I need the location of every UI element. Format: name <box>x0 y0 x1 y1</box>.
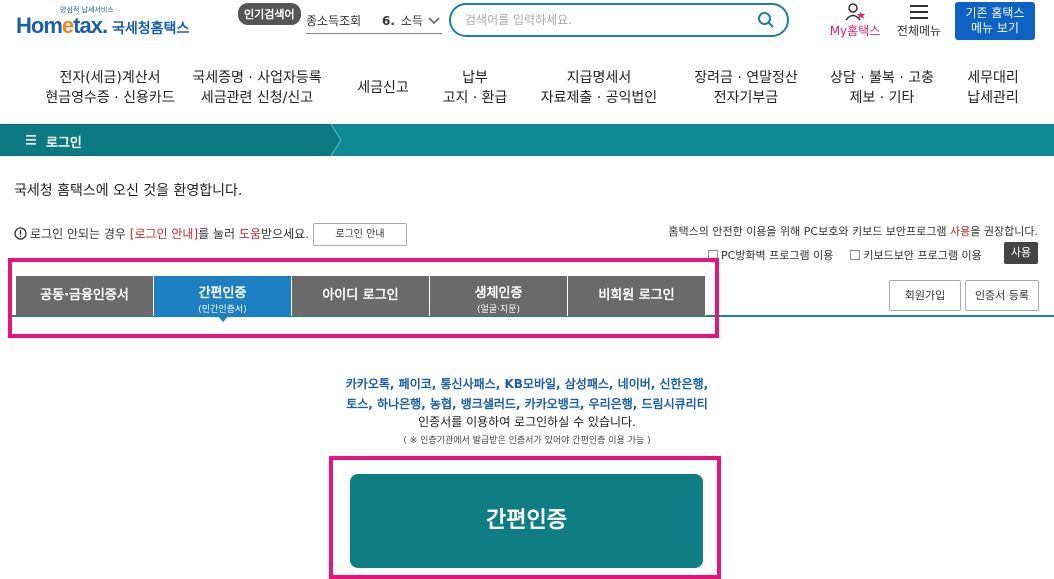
help-text-pre: 로그인 안되는 경우 <box>30 227 130 241</box>
hometax-logo[interactable]: 양심적 납세서비스 Hometax. 국세청홈택스 <box>16 5 196 41</box>
help-text-post: 받으세요. <box>261 227 309 241</box>
nav-line1: 세무대리 <box>967 70 1019 86</box>
help-text-mid: 를 눌러 <box>198 227 239 241</box>
help-text-link: [로그인 안내] <box>129 227 199 241</box>
supported-providers: 카카오톡, 페이코, 통신사패스, KB모바일, 삼성패스, 네이버, 신한은행… <box>0 374 1054 414</box>
providers-line2: 토스, 하나은행, 농협, 뱅크샐러드, 카카오뱅크, 우리은행, 드림시큐리티 <box>346 397 708 411</box>
nav-item-certificate[interactable]: 국세증명 · 사업자등록 세금관련 신청/신고 <box>182 68 332 108</box>
popular-search-item[interactable]: 종소득조회 <box>306 12 361 29</box>
popular-search-badge: 인기검색어 <box>238 3 301 25</box>
hamburger-icon <box>910 5 928 19</box>
old-hometax-line1: 기존 홈택스 <box>965 6 1025 20</box>
login-help-text: 로그인 안되는 경우 [로그인 안내]를 눌러 도움받으세요. <box>14 225 309 242</box>
info-circle-icon <box>14 227 27 240</box>
search-box <box>449 3 789 37</box>
simple-auth-button[interactable]: 간편인증 <box>350 474 703 568</box>
use-button[interactable]: 사용 <box>1004 242 1038 264</box>
nav-item-incentive[interactable]: 장려금 · 연말정산 전자기부금 <box>680 68 812 108</box>
login-note: ( ※ 인증기관에서 발급받은 인증서가 있어야 간편인증 이용 가능 ) <box>403 436 651 446</box>
search-icon[interactable] <box>757 11 775 29</box>
my-hometax-label: My홈택스 <box>829 24 881 38</box>
nav-line2: 납세관리 <box>967 90 1019 106</box>
search-input[interactable] <box>465 11 745 29</box>
login-instruction: 인증서를 이용하여 로그인하실 수 있습니다. <box>418 415 636 429</box>
nav-item-agent[interactable]: 세무대리 납세관리 <box>956 68 1030 108</box>
logo-name: 국세청홈택스 <box>112 21 190 37</box>
nav-line2: 전자기부금 <box>713 90 779 106</box>
nav-item-payment[interactable]: 납부 고지 · 환급 <box>432 68 518 108</box>
signup-button[interactable]: 회원가입 <box>889 280 961 311</box>
security-notice: 홈택스의 안전한 이용을 위해 PC보호와 키보드 보안프로그램 사용을 권장합… <box>668 223 1038 239</box>
firewall-label: PC방화벽 프로그램 이용 <box>721 249 834 262</box>
nav-line2: 자료제출 · 공익법인 <box>540 90 658 106</box>
register-certificate-button[interactable]: 인증서 등록 <box>965 280 1039 311</box>
old-hometax-button[interactable]: 기존 홈택스 메뉴 보기 <box>955 2 1035 40</box>
login-guide-button[interactable]: 로그인 안내 <box>313 223 407 246</box>
nav-line2: 고지 · 환급 <box>442 90 508 106</box>
breadcrumb-title: 로그인 <box>46 136 82 151</box>
security-text-pre: 홈택스의 안전한 이용을 위해 PC보호와 키보드 보안프로그램 <box>668 225 951 238</box>
nav-line1: 전자(세금)계산서 <box>59 70 161 86</box>
security-text-red: 사용 <box>950 225 971 238</box>
welcome-text: 국세청 홈택스에 오신 것을 환영합니다. <box>14 183 243 199</box>
popular-underline <box>306 33 442 34</box>
logo-wordmark: Hometax. <box>16 13 108 38</box>
nav-line2: 제보 · 기타 <box>849 90 915 106</box>
chevron-down-icon[interactable] <box>427 14 441 28</box>
keyboard-security-checkbox[interactable] <box>850 250 861 260</box>
nav-line1: 납부 <box>462 70 488 86</box>
my-hometax-link[interactable]: My홈택스 <box>826 3 884 39</box>
nav-item-einvoice[interactable]: 전자(세금)계산서 현금영수증 · 신용카드 <box>30 68 190 108</box>
tabs-highlight-box <box>8 258 719 338</box>
nav-item-statement[interactable]: 지급명세서 자료제출 · 공익법인 <box>528 68 670 108</box>
chevron-right-icon <box>330 124 342 156</box>
nav-item-tax-return[interactable]: 세금신고 <box>344 68 422 108</box>
nav-line2: 현금영수증 · 신용카드 <box>45 90 175 106</box>
nav-line1: 국세증명 · 사업자등록 <box>192 70 322 86</box>
menu-list-icon[interactable] <box>26 134 38 146</box>
nav-line1: 상담 · 불복 · 고충 <box>830 70 934 86</box>
popular-search-item-current[interactable]: 6. 소득 <box>382 12 423 29</box>
nav-line1: 지급명세서 <box>566 70 632 86</box>
user-icon <box>845 3 865 21</box>
security-text-post: 을 권장합니다. <box>970 225 1038 238</box>
keyboard-security-label: 키보드보안 프로그램 이용 <box>863 249 982 262</box>
nav-line1: 장려금 · 연말정산 <box>694 70 798 86</box>
security-checkboxes: PC방화벽 프로그램 이용 키보드보안 프로그램 이용 <box>708 247 982 263</box>
nav-item-consult[interactable]: 상담 · 불복 · 고충 제보 · 기타 <box>820 68 944 108</box>
old-hometax-line2: 메뉴 보기 <box>971 21 1019 35</box>
providers-line1: 카카오톡, 페이코, 통신사패스, KB모바일, 삼성패스, 네이버, 신한은행… <box>345 377 709 391</box>
nav-line2: 세금관련 신청/신고 <box>200 90 314 106</box>
all-menu-label: 전체메뉴 <box>896 24 942 38</box>
popular-rank: 6. <box>382 14 395 28</box>
popular-term: 소득 <box>400 14 424 28</box>
all-menu-button[interactable]: 전체메뉴 <box>894 3 944 39</box>
nav-line1: 세금신고 <box>357 80 409 96</box>
help-text-help: 도움 <box>238 227 261 241</box>
